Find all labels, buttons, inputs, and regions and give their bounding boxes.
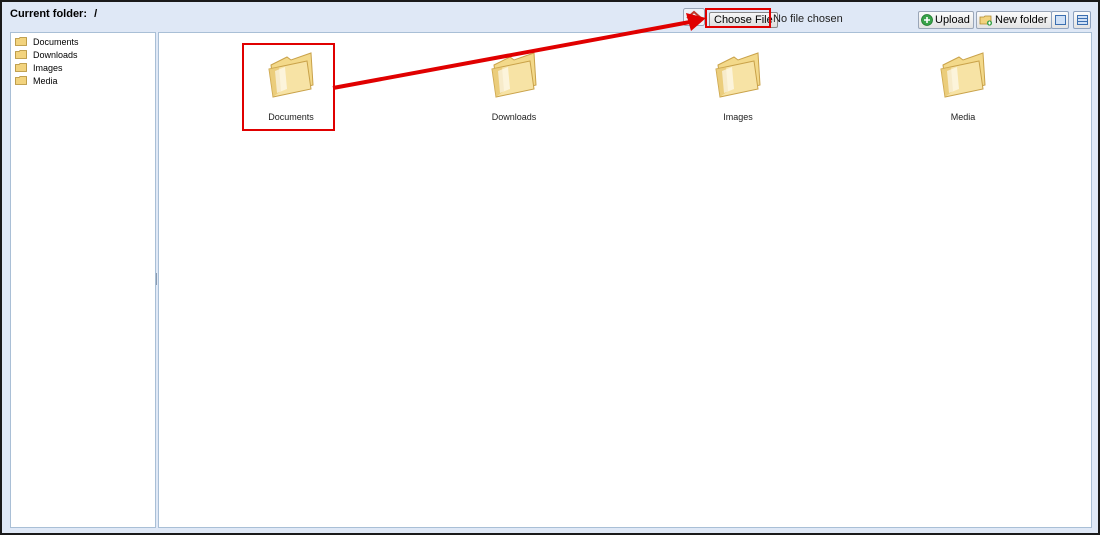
annotation-arrow xyxy=(332,13,706,90)
file-manager-window: Current folder: / Choose File No file ch… xyxy=(0,0,1100,535)
